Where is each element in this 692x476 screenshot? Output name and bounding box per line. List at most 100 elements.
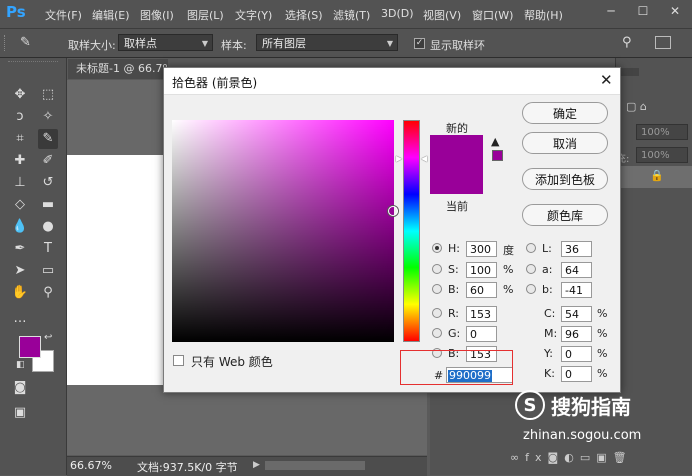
document-info[interactable]: 文档:937.5K/0 字节 <box>137 459 238 475</box>
marquee-tool-icon[interactable]: ⬚ <box>38 85 58 105</box>
menu-edit[interactable]: 编辑(E) <box>92 7 130 23</box>
r-field[interactable]: 153 <box>466 306 497 322</box>
rectangle-tool-icon[interactable]: ▭ <box>38 261 58 281</box>
blur-tool-icon[interactable]: 💧 <box>10 217 30 237</box>
color-picker-dialog: 拾色器 (前景色) ✕ ▶ ◀ 新的 当前 ▲ 确定 取消 添加到色板 颜色库 … <box>163 67 621 393</box>
eyedropper-preset-icon[interactable]: ✎ <box>20 35 38 51</box>
close-window-icon[interactable]: ✕ <box>660 0 690 22</box>
lab-b-radio[interactable] <box>526 284 536 294</box>
brush-tool-icon[interactable]: ✐ <box>38 151 58 171</box>
color-field-cursor[interactable] <box>388 206 398 216</box>
magic-wand-tool-icon[interactable]: ✧ <box>38 107 58 127</box>
status-menu-arrow-icon[interactable]: ▶ <box>253 460 260 470</box>
b-unit: % <box>503 283 514 296</box>
document-tab[interactable]: 未标题-1 @ 66.7% <box>68 59 168 79</box>
type-tool-icon[interactable]: T <box>38 239 58 259</box>
minimize-icon[interactable]: ─ <box>596 0 626 22</box>
add-to-swatches-button[interactable]: 添加到色板 <box>522 168 608 190</box>
layer-row-background[interactable]: 🔒 <box>616 166 692 188</box>
cancel-button[interactable]: 取消 <box>522 132 608 154</box>
hand-tool-icon[interactable]: ✋ <box>10 283 30 303</box>
color-field[interactable] <box>172 120 394 342</box>
show-ring-checkbox[interactable]: ✓ <box>414 38 425 49</box>
menu-layer[interactable]: 图层(L) <box>187 7 224 23</box>
screen-mode-icon[interactable]: ▣ <box>10 403 30 423</box>
more-tools-icon[interactable]: … <box>10 309 30 329</box>
menu-image[interactable]: 图像(I) <box>140 7 174 23</box>
eraser-tool-icon[interactable]: ◇ <box>10 195 30 215</box>
h-field[interactable]: 300 <box>466 241 497 257</box>
document-canvas[interactable] <box>67 155 167 385</box>
gamut-color-swatch[interactable] <box>492 150 503 161</box>
fill-field[interactable]: 100% <box>636 147 688 163</box>
quick-mask-icon[interactable]: ◙ <box>10 378 30 398</box>
r-radio[interactable] <box>432 308 442 318</box>
menu-view[interactable]: 视图(V) <box>423 7 461 23</box>
sample-select[interactable]: 所有图层 ▼ <box>256 34 398 51</box>
ok-button[interactable]: 确定 <box>522 102 608 124</box>
g-field[interactable]: 0 <box>466 326 497 342</box>
foreground-color-swatch[interactable] <box>19 336 41 358</box>
healing-brush-tool-icon[interactable]: ✚ <box>10 151 30 171</box>
layer-footer-icons[interactable]: ∞fx◙◐▭▣🗑 <box>510 451 633 464</box>
path-selection-tool-icon[interactable]: ➤ <box>10 261 30 281</box>
close-icon[interactable]: ✕ <box>600 71 613 89</box>
h-unit: 度 <box>503 244 514 257</box>
menu-window[interactable]: 窗口(W) <box>472 7 513 23</box>
s-field[interactable]: 100 <box>466 262 497 278</box>
hue-slider-right-arrow-icon[interactable]: ◀ <box>421 154 427 163</box>
lock-icons[interactable]: ▢ ⌂ <box>626 100 647 113</box>
y-field[interactable]: 0 <box>561 346 592 362</box>
l-radio[interactable] <box>526 243 536 253</box>
menu-3d[interactable]: 3D(D) <box>381 7 414 20</box>
g-radio[interactable] <box>432 328 442 338</box>
opacity-field[interactable]: 100% <box>636 124 688 140</box>
k-unit: % <box>597 367 608 380</box>
b-radio[interactable] <box>432 284 442 294</box>
menu-help[interactable]: 帮助(H) <box>524 7 563 23</box>
s-radio[interactable] <box>432 264 442 274</box>
h-radio[interactable] <box>432 243 442 253</box>
c-field[interactable]: 54 <box>561 306 592 322</box>
zoom-tool-icon[interactable]: ⚲ <box>38 283 58 303</box>
tools-panel: ✥ ⬚ ↄ ✧ ⌗ ✎ ✚ ✐ ⊥ ↺ ◇ ▬ 💧 ● ✒ T ➤ ▭ ✋ ⚲ … <box>0 58 67 475</box>
eyedropper-tool-icon[interactable]: ✎ <box>38 129 58 149</box>
menu-select[interactable]: 选择(S) <box>285 7 323 23</box>
out-of-gamut-warning-icon[interactable]: ▲ <box>491 135 499 148</box>
a-field[interactable]: 64 <box>561 262 592 278</box>
y-label: Y: <box>544 347 553 360</box>
hue-slider-left-arrow-icon[interactable]: ▶ <box>396 154 402 163</box>
menu-file[interactable]: 文件(F) <box>45 7 82 23</box>
a-radio[interactable] <box>526 264 536 274</box>
pen-tool-icon[interactable]: ✒ <box>10 239 30 259</box>
lab-b-field[interactable]: -41 <box>561 282 592 298</box>
default-colors-icon[interactable]: ◧ <box>16 360 25 370</box>
menu-filter[interactable]: 滤镜(T) <box>333 7 370 23</box>
options-grip <box>4 35 9 51</box>
maximize-icon[interactable]: ☐ <box>628 0 658 22</box>
workspace-icon[interactable] <box>655 36 671 49</box>
gradient-tool-icon[interactable]: ▬ <box>38 195 58 215</box>
history-brush-tool-icon[interactable]: ↺ <box>38 173 58 193</box>
move-tool-icon[interactable]: ✥ <box>10 85 30 105</box>
crop-tool-icon[interactable]: ⌗ <box>10 129 30 149</box>
sample-size-select[interactable]: 取样点 ▼ <box>118 34 213 51</box>
clone-stamp-tool-icon[interactable]: ⊥ <box>10 173 30 193</box>
horizontal-scrollbar[interactable] <box>265 461 365 470</box>
l-field[interactable]: 36 <box>561 241 592 257</box>
current-color-swatch[interactable] <box>430 165 483 194</box>
m-field[interactable]: 96 <box>561 326 592 342</box>
panel-collapse-bar[interactable] <box>619 68 639 76</box>
lasso-tool-icon[interactable]: ↄ <box>10 107 30 127</box>
color-libraries-button[interactable]: 颜色库 <box>522 204 608 226</box>
web-only-checkbox[interactable] <box>173 355 184 366</box>
b-field[interactable]: 60 <box>466 282 497 298</box>
menu-type[interactable]: 文字(Y) <box>235 7 272 23</box>
search-icon[interactable]: ⚲ <box>622 35 632 50</box>
k-field[interactable]: 0 <box>561 366 592 382</box>
swap-colors-icon[interactable]: ↩ <box>44 332 52 343</box>
toolbar-grip <box>8 61 58 64</box>
dodge-tool-icon[interactable]: ● <box>38 217 58 237</box>
zoom-level[interactable]: 66.67% <box>70 459 112 472</box>
hue-slider[interactable] <box>403 120 420 342</box>
